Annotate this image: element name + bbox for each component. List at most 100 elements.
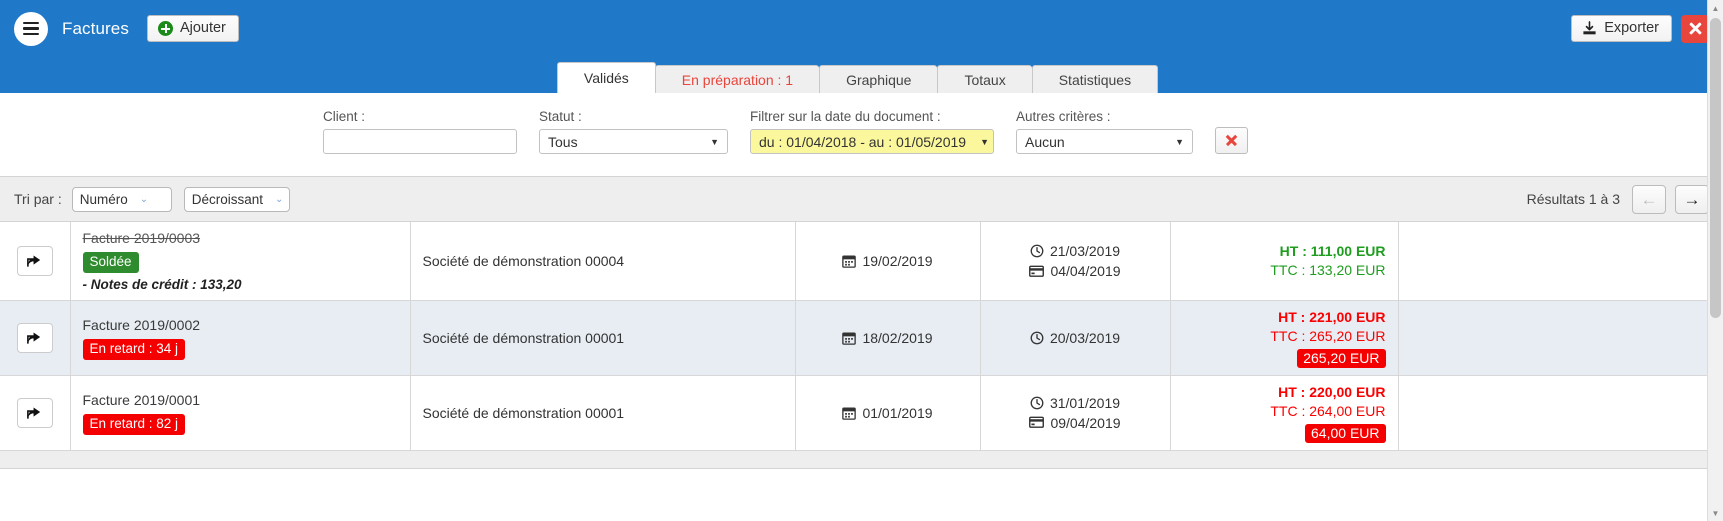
table-row[interactable]: Facture 2019/0001 En retard : 82 j Socié… bbox=[0, 375, 1723, 451]
tab-valides[interactable]: Validés bbox=[556, 62, 656, 93]
add-button-label: Ajouter bbox=[179, 19, 226, 36]
document-date: 18/02/2019 bbox=[862, 330, 933, 347]
row-amount-cell: HT : 220,00 EUR TTC : 264,00 EUR 64,00 E… bbox=[1170, 375, 1399, 451]
export-button-label: Exporter bbox=[1604, 19, 1659, 36]
calendar-icon bbox=[842, 254, 857, 268]
next-page-button[interactable]: → bbox=[1675, 184, 1709, 214]
due-date: 31/01/2019 bbox=[1049, 394, 1121, 411]
payment-date: 04/04/2019 bbox=[1050, 263, 1121, 280]
app-header: Factures Ajouter Exporter bbox=[0, 0, 1723, 57]
client-filter-label: Client : bbox=[323, 109, 366, 124]
clock-icon bbox=[1030, 331, 1044, 345]
table-row[interactable]: Facture 2019/0002 En retard : 34 j Socié… bbox=[0, 300, 1723, 377]
row-dates-cell: 31/01/2019 09/04/2019 bbox=[980, 375, 1171, 451]
statut-select[interactable]: Tous ▼ bbox=[539, 129, 728, 154]
row-extra-cell bbox=[1398, 222, 1723, 302]
scrollbar-thumb[interactable] bbox=[1710, 18, 1721, 318]
status-badge: En retard : 34 j bbox=[82, 339, 186, 361]
export-button[interactable]: Exporter bbox=[1571, 14, 1672, 43]
arrow-left-icon: ← bbox=[1640, 189, 1658, 209]
page-title: Factures bbox=[62, 18, 129, 38]
invoices-table: Facture 2019/0003 Soldée - Notes de créd… bbox=[0, 222, 1723, 451]
row-amount-cell: HT : 221,00 EUR TTC : 265,20 EUR 265,20 … bbox=[1170, 300, 1399, 377]
document-number: Facture 2019/0002 bbox=[82, 317, 201, 334]
vertical-scrollbar[interactable]: ▲ ▼ bbox=[1707, 0, 1723, 521]
tabs: Validés En préparation : 1 Graphique Tot… bbox=[556, 62, 1159, 93]
row-action-cell bbox=[0, 300, 71, 377]
sort-label: Tri par : bbox=[14, 191, 62, 207]
date-filter: Filtrer sur la date du document : du : 0… bbox=[750, 109, 994, 154]
row-document-date-cell: 01/01/2019 bbox=[795, 375, 981, 451]
amount-ttc: TTC : 265,20 EUR bbox=[1270, 328, 1386, 345]
sort-direction-select[interactable]: Décroissant ⌄ bbox=[183, 186, 290, 212]
tab-bar: Validés En préparation : 1 Graphique Tot… bbox=[0, 57, 1723, 93]
row-client-cell: Société de démonstration 00001 bbox=[410, 375, 796, 451]
autres-criteres-value: Aucun bbox=[1025, 133, 1065, 150]
filter-fields: Client : Statut : Tous ▼ Filtrer sur la … bbox=[323, 109, 1248, 154]
document-number: Facture 2019/0001 bbox=[82, 391, 201, 408]
scroll-down-icon[interactable]: ▼ bbox=[1708, 505, 1723, 521]
amount-ht: HT : 221,00 EUR bbox=[1278, 309, 1386, 326]
autres-criteres-filter: Autres critères : Aucun ▼ bbox=[1016, 109, 1193, 154]
close-icon[interactable] bbox=[1681, 14, 1709, 43]
table-row[interactable]: Facture 2019/0003 Soldée - Notes de créd… bbox=[0, 222, 1723, 302]
tab-graphique[interactable]: Graphique bbox=[819, 65, 938, 93]
calendar-icon bbox=[842, 406, 857, 420]
hamburger-icon[interactable] bbox=[14, 11, 48, 46]
sort-direction-value: Décroissant bbox=[191, 191, 263, 207]
row-dates-cell: 21/03/2019 04/04/2019 bbox=[980, 222, 1171, 302]
table-footer bbox=[0, 450, 1723, 469]
add-button[interactable]: Ajouter bbox=[146, 14, 239, 43]
row-document-date-cell: 19/02/2019 bbox=[795, 222, 981, 302]
due-date: 20/03/2019 bbox=[1049, 330, 1121, 347]
payment-date: 09/04/2019 bbox=[1050, 414, 1121, 431]
document-date: 01/01/2019 bbox=[862, 404, 933, 421]
sort-field-value: Numéro bbox=[79, 191, 128, 207]
results-count: Résultats 1 à 3 bbox=[1526, 191, 1620, 207]
credit-card-icon bbox=[1029, 265, 1045, 278]
chevron-down-icon: ▼ bbox=[980, 136, 989, 147]
document-number: Facture 2019/0003 bbox=[82, 230, 201, 246]
date-range-select[interactable]: du : 01/04/2018 - au : 01/05/2019 ▼ bbox=[750, 129, 994, 154]
download-icon bbox=[1582, 21, 1597, 36]
row-extra-cell bbox=[1398, 300, 1723, 377]
row-action-cell bbox=[0, 222, 71, 302]
plus-circle-icon bbox=[157, 21, 173, 36]
scroll-up-icon[interactable]: ▲ bbox=[1708, 0, 1723, 16]
share-arrow-icon[interactable] bbox=[16, 323, 53, 354]
row-client-cell: Société de démonstration 00001 bbox=[410, 300, 796, 377]
row-client-cell: Société de démonstration 00004 bbox=[410, 222, 796, 302]
clock-icon bbox=[1030, 396, 1044, 410]
row-action-cell bbox=[0, 375, 71, 451]
client-input[interactable] bbox=[323, 129, 517, 154]
status-badge: En retard : 82 j bbox=[82, 413, 186, 435]
tab-statistiques[interactable]: Statistiques bbox=[1031, 65, 1159, 93]
filter-bar: Client : Statut : Tous ▼ Filtrer sur la … bbox=[0, 93, 1723, 177]
prev-page-button[interactable]: ← bbox=[1632, 184, 1666, 214]
row-document-date-cell: 18/02/2019 bbox=[795, 300, 981, 377]
autres-criteres-select[interactable]: Aucun ▼ bbox=[1016, 129, 1193, 154]
due-amount-badge: 64,00 EUR bbox=[1305, 423, 1386, 443]
calendar-icon bbox=[842, 331, 857, 345]
date-range-value: du : 01/04/2018 - au : 01/05/2019 bbox=[759, 133, 967, 150]
due-date: 21/03/2019 bbox=[1049, 243, 1121, 260]
share-arrow-icon[interactable] bbox=[16, 246, 53, 277]
arrow-right-icon: → bbox=[1683, 189, 1701, 209]
clear-filters-button[interactable] bbox=[1215, 127, 1248, 154]
row-document-cell: Facture 2019/0001 En retard : 82 j bbox=[70, 375, 411, 451]
due-amount-badge: 265,20 EUR bbox=[1297, 349, 1386, 369]
amount-ttc: TTC : 133,20 EUR bbox=[1270, 262, 1386, 279]
statut-select-value: Tous bbox=[548, 133, 578, 150]
tab-totaux[interactable]: Totaux bbox=[937, 65, 1032, 93]
autres-criteres-label: Autres critères : bbox=[1016, 109, 1111, 124]
header-actions: Exporter bbox=[1571, 0, 1709, 57]
amount-ttc: TTC : 264,00 EUR bbox=[1270, 402, 1386, 419]
chevron-down-icon: ▼ bbox=[710, 136, 719, 147]
sort-field-select[interactable]: Numéro ⌄ bbox=[71, 186, 172, 212]
share-arrow-icon[interactable] bbox=[16, 397, 53, 428]
sort-bar: Tri par : Numéro ⌄ Décroissant ⌄ Résulta… bbox=[0, 177, 1723, 222]
row-amount-cell: HT : 111,00 EUR TTC : 133,20 EUR bbox=[1170, 222, 1399, 302]
statut-filter-label: Statut : bbox=[539, 109, 582, 124]
tab-en-preparation[interactable]: En préparation : 1 bbox=[654, 65, 820, 93]
document-date: 19/02/2019 bbox=[862, 253, 933, 270]
